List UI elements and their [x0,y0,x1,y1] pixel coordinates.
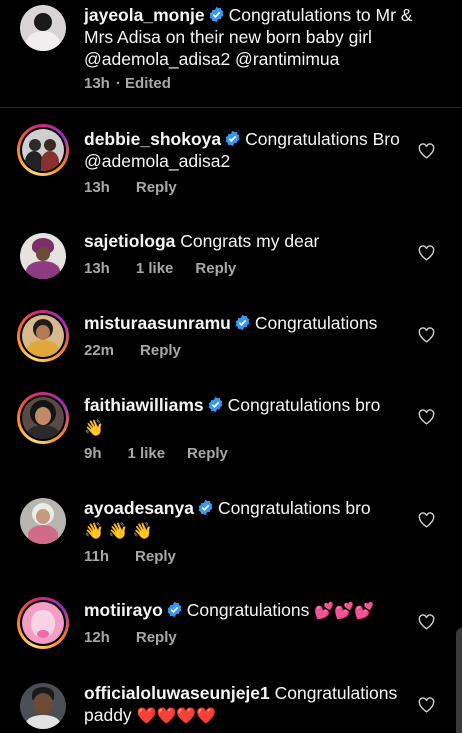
commenter-avatar[interactable] [17,310,69,362]
caption-mentions[interactable]: @ademola_adisa2 @rantimimua [84,49,339,69]
comment-time: 9h [84,445,102,462]
comment-username[interactable]: officialoluwaseunjeje1 [84,683,270,703]
comment-text: sajetiologa Congrats my dear [84,230,414,252]
comment-body: Congrats my dear [180,231,320,251]
commenter-avatar[interactable] [17,392,69,444]
scrollbar[interactable] [456,628,462,733]
comment-time: 22m [84,342,115,359]
comment-meta: 13h Reply [84,179,203,196]
caption-meta: 13h · Edited [84,75,197,92]
comment-item: faithiawilliams Congratulations bro 👋 9h … [0,392,462,472]
comment-item: debbie_shokoya Congratulations Bro @ademo… [0,124,462,204]
heart-icon[interactable] [418,512,435,528]
comment-text: officialoluwaseunjeje1 Congratulations p… [84,682,414,728]
reply-button[interactable]: Reply [135,548,176,565]
heart-icon[interactable] [418,327,435,343]
comment-username[interactable]: ayoadesanya [84,498,194,518]
post-caption: jayeola_monje Congratulations to Mr & Mrs… [0,0,462,108]
reply-button[interactable]: Reply [187,445,228,462]
caption-avatar[interactable] [17,2,69,54]
comments-screen: jayeola_monje Congratulations to Mr & Mrs… [0,0,462,733]
reply-button[interactable]: Reply [136,629,177,646]
comment-username[interactable]: sajetiologa [84,231,175,251]
comment-username[interactable]: faithiawilliams [84,395,204,415]
comment-username[interactable]: misturaasunramu [84,313,231,333]
comment-meta: 9h 1 like Reply [84,445,254,462]
heart-icon[interactable] [418,245,435,261]
caption-text: jayeola_monje Congratulations to Mr & Mrs… [84,4,414,70]
comment-text: faithiawilliams Congratulations bro 👋 [84,394,414,440]
comment-time: 13h [84,260,110,277]
caption-username[interactable]: jayeola_monje [84,5,205,25]
commenter-avatar[interactable] [17,124,69,176]
comment-item: sajetiologa Congrats my dear 13h 1 like … [0,230,462,290]
comment-time: 12h [84,629,110,646]
comment-body: Congratulations bro [227,395,381,415]
comment-text: ayoadesanya Congratulations bro 👋 👋 👋 [84,497,414,543]
comment-username[interactable]: motiirayo [84,600,163,620]
reply-button[interactable]: Reply [140,342,181,359]
comment-emoji: 💕💕💕 [314,603,374,620]
heart-icon[interactable] [418,143,435,159]
verified-icon [209,6,223,23]
comment-body: Congratulations [254,313,378,333]
like-count[interactable]: 1 like [128,445,166,462]
comment-emoji: 👋 [84,420,104,437]
comment-meta: 13h 1 like Reply [84,260,262,277]
verified-icon [225,130,240,147]
verified-icon [167,601,182,618]
commenter-avatar[interactable] [17,597,69,649]
comment-emoji: ❤️❤️❤️❤️ [136,708,217,725]
reply-button[interactable]: Reply [136,179,177,196]
verified-icon [198,499,213,516]
commenter-avatar[interactable] [17,680,69,732]
comment-emoji: 👋 👋 👋 [84,523,153,540]
comment-item: motiirayo Congratulations 💕💕💕 12h Reply [0,597,462,657]
like-count[interactable]: 1 like [136,260,174,277]
heart-icon[interactable] [418,697,435,713]
edited-label: · Edited [115,75,171,92]
comment-text: misturaasunramu Congratulations [84,312,414,334]
caption-time: 13h [84,75,110,92]
comment-time: 11h [84,548,110,565]
comment-time: 13h [84,179,110,196]
comment-meta: 12h Reply [84,629,203,646]
comment-body: Congratulations bro [217,498,371,518]
reply-button[interactable]: Reply [195,260,236,277]
comment-item: misturaasunramu Congratulations 22m Reply [0,310,462,370]
commenter-avatar[interactable] [17,495,69,547]
comment-item: officialoluwaseunjeje1 Congratulations p… [0,680,462,733]
heart-icon[interactable] [418,614,435,630]
comment-text: debbie_shokoya Congratulations Bro @ademo… [84,128,414,172]
commenter-avatar[interactable] [17,230,69,282]
verified-icon [208,396,222,413]
comment-body: Congratulations [186,600,310,620]
comment-username[interactable]: debbie_shokoya [84,129,221,149]
verified-icon [235,314,250,331]
comment-meta: 22m Reply [84,342,207,359]
comment-meta: 11h Reply [84,548,202,565]
comment-item: ayoadesanya Congratulations bro 👋 👋 👋 11h… [0,495,462,575]
comment-text: motiirayo Congratulations 💕💕💕 [84,599,414,623]
heart-icon[interactable] [418,409,435,425]
